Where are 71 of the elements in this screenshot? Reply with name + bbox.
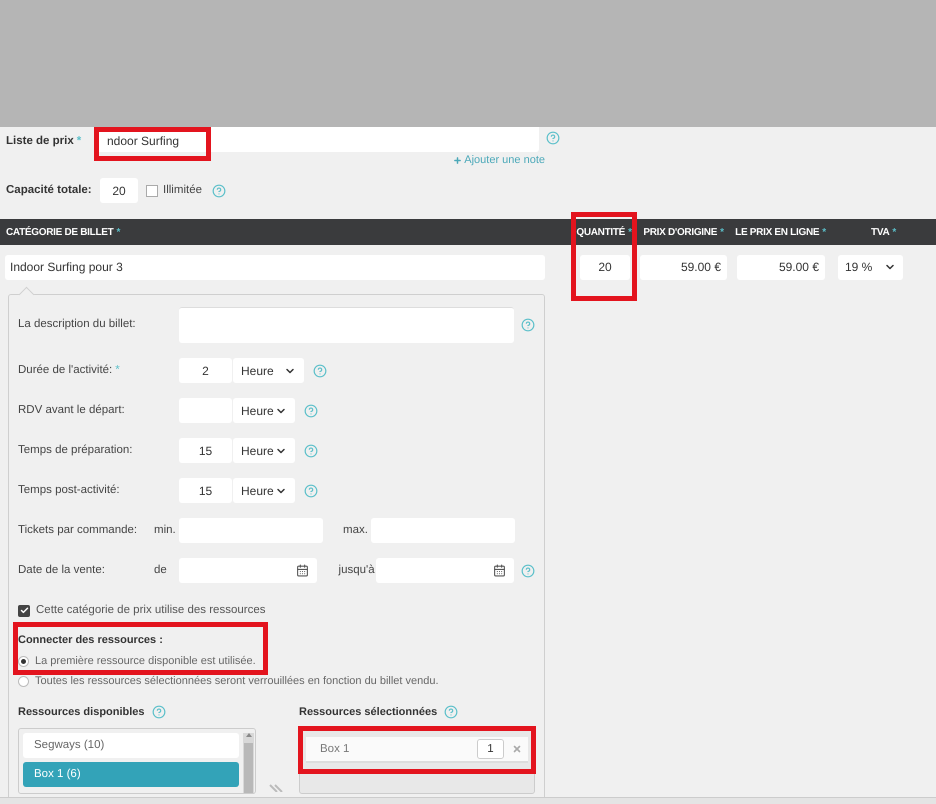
radio-label: Toutes les ressources sélectionnées seront verrouillées en fonction du billet vendu. bbox=[35, 674, 439, 690]
help-icon[interactable] bbox=[313, 364, 327, 378]
required-mark: * bbox=[76, 135, 82, 147]
column-header: PRIX D'ORIGINE * bbox=[643, 226, 724, 240]
help-icon[interactable] bbox=[304, 404, 318, 418]
input-field[interactable]: Indoor Surfing pour 3 bbox=[5, 254, 545, 280]
column-header: LE PRIX EN LIGNE * bbox=[735, 226, 826, 240]
unit-select[interactable]: Heure bbox=[233, 358, 304, 383]
remove-icon[interactable] bbox=[512, 744, 522, 754]
input-field[interactable]: 15 bbox=[179, 478, 232, 503]
help-icon[interactable] bbox=[444, 705, 458, 719]
help-icon[interactable] bbox=[520, 564, 535, 578]
input-field[interactable]: 15 bbox=[179, 438, 232, 463]
section-title: Ressources sélectionnées bbox=[299, 704, 438, 720]
date-field[interactable] bbox=[178, 558, 317, 583]
input-field[interactable]: 2 bbox=[179, 358, 232, 383]
column-header: TVA * bbox=[871, 226, 896, 240]
selected-resource-item[interactable]: Box 1 1 bbox=[306, 737, 528, 764]
date-field[interactable] bbox=[376, 558, 514, 583]
field-label: Tickets par commande: bbox=[18, 522, 138, 538]
field-label: Temps de préparation: bbox=[18, 442, 134, 458]
field-label: Capacité totale: bbox=[5, 182, 93, 198]
field-label: La description du billet: bbox=[18, 316, 137, 332]
field-label: Liste de prix * bbox=[5, 134, 82, 149]
section-title: Connecter des ressources : bbox=[18, 633, 164, 648]
field-label: Date de la vente: bbox=[18, 562, 106, 578]
input-field[interactable]: 20 bbox=[580, 254, 630, 280]
max-label: max. bbox=[343, 522, 369, 538]
checkbox[interactable] bbox=[18, 604, 30, 617]
required-mark: * bbox=[720, 226, 724, 238]
help-icon[interactable] bbox=[546, 131, 560, 145]
help-icon[interactable] bbox=[152, 705, 166, 719]
vat-select[interactable]: 19 % bbox=[838, 254, 903, 280]
scrollbar[interactable] bbox=[243, 733, 254, 794]
help-icon[interactable] bbox=[304, 484, 318, 498]
required-mark: * bbox=[115, 364, 120, 376]
checkbox-label: Illimitée bbox=[163, 182, 202, 198]
from-label: de bbox=[154, 562, 168, 578]
min-label: min. bbox=[154, 522, 177, 538]
required-mark: * bbox=[116, 226, 120, 238]
required-mark: * bbox=[892, 226, 896, 238]
radio-label: La première ressource disponible est utilisée. bbox=[35, 654, 256, 669]
input-field[interactable]: 20 bbox=[100, 178, 138, 203]
column-header: QUANTITÉ * bbox=[576, 225, 632, 240]
description-textarea[interactable] bbox=[179, 306, 514, 342]
checkbox[interactable] bbox=[146, 184, 158, 196]
unit-select[interactable]: Heure bbox=[233, 398, 295, 423]
radio-button[interactable] bbox=[18, 676, 29, 687]
radio-button[interactable] bbox=[18, 656, 29, 666]
help-icon[interactable] bbox=[212, 184, 226, 198]
calendar-icon bbox=[296, 564, 309, 577]
required-mark: * bbox=[628, 226, 632, 238]
unit-select[interactable]: Heure bbox=[233, 478, 295, 503]
field-label: Durée de l'activité: * bbox=[18, 362, 121, 378]
input-field[interactable]: 59.00 € bbox=[737, 254, 825, 280]
checkbox-label: Cette catégorie de prix utilise des ressources bbox=[36, 603, 266, 618]
unit-select[interactable]: Heure bbox=[233, 438, 295, 463]
plus-icon bbox=[453, 156, 462, 164]
calendar-icon bbox=[492, 564, 506, 577]
section-title: Ressources disponibles bbox=[18, 704, 145, 720]
field-label: RDV avant le départ: bbox=[18, 402, 126, 418]
column-header: CATÉGORIE DE BILLET * bbox=[6, 225, 120, 240]
resource-item[interactable]: Segways (10) bbox=[23, 733, 239, 758]
quantity-field[interactable]: 1 bbox=[477, 739, 504, 760]
until-label: jusqu'à bbox=[338, 562, 376, 578]
scroll-up-icon bbox=[246, 733, 252, 738]
help-icon[interactable] bbox=[304, 444, 318, 458]
required-mark: * bbox=[822, 226, 826, 238]
help-icon[interactable] bbox=[521, 318, 535, 332]
input-field[interactable]: 59.00 € bbox=[640, 254, 727, 280]
field-label: Temps post-activité: bbox=[18, 482, 121, 498]
